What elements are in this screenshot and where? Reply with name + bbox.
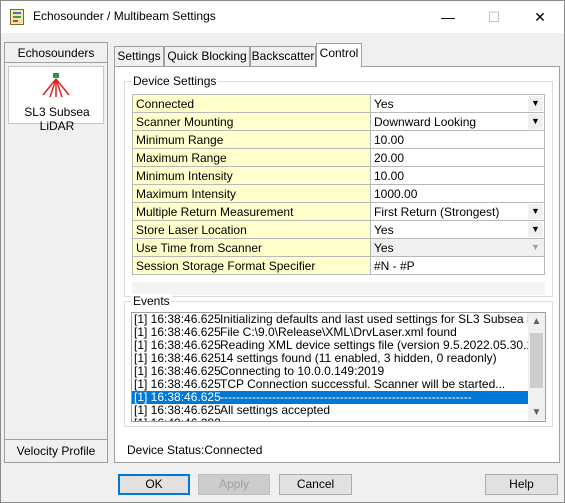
setting-value-text: 10.00: [374, 168, 405, 183]
setting-row: Session Storage Format Specifier #N - #P: [132, 256, 545, 275]
setting-name: Minimum Range: [132, 130, 371, 149]
log-message: 14 settings found (11 enabled, 3 hidden,…: [220, 351, 497, 365]
chevron-down-icon[interactable]: ▼: [528, 114, 543, 129]
setting-row: Use Time from Scanner Yes ▼: [132, 238, 545, 257]
log-message: TCP Connection successful. Scanner will …: [220, 377, 506, 391]
maximize-button[interactable]: ☐: [471, 1, 517, 33]
events-label: Events: [131, 294, 172, 308]
app-icon: [10, 9, 24, 25]
setting-row: Minimum Intensity 10.00: [132, 166, 545, 185]
tab-settings[interactable]: Settings: [114, 46, 164, 67]
echosounder-pane: Echosounders SL3 Subsea LiDAR Velocity P…: [4, 42, 108, 463]
settings-window: Echosounder / Multibeam Settings — ☐ ✕ E…: [0, 0, 565, 503]
scroll-up-icon[interactable]: ▲: [528, 313, 545, 330]
chevron-down-icon[interactable]: ▼: [528, 222, 543, 237]
setting-row: Connected Yes ▼: [132, 94, 545, 113]
setting-value-text: 1000.00: [374, 186, 418, 201]
setting-name: Maximum Range: [132, 148, 371, 167]
setting-row: Multiple Return Measurement First Return …: [132, 202, 545, 221]
setting-name: Minimum Intensity: [132, 166, 371, 185]
device-label: SL3 Subsea LiDAR: [24, 105, 90, 133]
chevron-down-icon[interactable]: ▼: [528, 96, 543, 111]
setting-name: Connected: [132, 94, 371, 113]
scroll-thumb[interactable]: [530, 333, 543, 388]
log-message: All settings accepted: [220, 403, 331, 417]
help-button[interactable]: Help: [485, 474, 558, 495]
tab-quick-blocking[interactable]: Quick Blocking: [164, 46, 250, 67]
setting-value-text: Yes: [374, 240, 394, 255]
setting-value-dropdown[interactable]: Downward Looking ▼: [370, 112, 545, 131]
tab-control[interactable]: Control: [316, 43, 362, 67]
log-message: Reading XML device settings file (versio…: [220, 338, 538, 352]
events-group: Events [1] 16:38:46.625Initializing defa…: [124, 294, 553, 427]
setting-value-dropdown[interactable]: Yes ▼: [370, 220, 545, 239]
log-message: File C:\9.0\Release\XML\DrvLaser.xml fou…: [220, 325, 457, 339]
control-tab-panel: Device Settings Connected Yes ▼ Scanner Mou…: [114, 66, 560, 463]
setting-value-text: 10.00: [374, 132, 405, 147]
minimize-button[interactable]: —: [425, 1, 471, 33]
lidar-device-icon: [42, 73, 70, 98]
setting-value-text: Yes: [374, 222, 394, 237]
tab-backscatter[interactable]: Backscatter: [250, 46, 316, 67]
setting-value-text: First Return (Strongest): [374, 204, 500, 219]
setting-value-field[interactable]: #N - #P: [370, 256, 545, 275]
device-status-value: Connected: [204, 443, 263, 457]
device-settings-group: Device Settings Connected Yes ▼ Scanner Mou…: [124, 74, 553, 297]
echosounders-header[interactable]: Echosounders: [5, 43, 107, 63]
velocity-profile-button[interactable]: Velocity Profile: [5, 439, 107, 462]
setting-name: Session Storage Format Specifier: [132, 256, 371, 275]
device-status-label: Device Status:: [127, 443, 205, 457]
events-log[interactable]: [1] 16:38:46.625Initializing defaults an…: [131, 312, 546, 422]
device-settings-label: Device Settings: [131, 74, 219, 88]
scroll-down-icon[interactable]: ▼: [528, 404, 545, 421]
setting-value-text: Yes: [374, 96, 394, 111]
setting-name: Maximum Intensity: [132, 184, 371, 203]
setting-value-field[interactable]: 10.00: [370, 166, 545, 185]
setting-value-text: 20.00: [374, 150, 405, 165]
log-message: Initializing defaults and last used sett…: [220, 312, 546, 326]
setting-value-field[interactable]: 10.00: [370, 130, 545, 149]
setting-value-dropdown[interactable]: First Return (Strongest) ▼: [370, 202, 545, 221]
device-settings-grid: Connected Yes ▼ Scanner Mounting Downward Lo…: [132, 94, 545, 275]
setting-value-text: Downward Looking: [374, 114, 477, 129]
setting-row: Minimum Range 10.00: [132, 130, 545, 149]
close-button[interactable]: ✕: [517, 1, 563, 33]
device-status: Device Status:Connected: [127, 443, 262, 457]
chevron-down-icon[interactable]: ▼: [528, 204, 543, 219]
setting-value-field[interactable]: 1000.00: [370, 184, 545, 203]
setting-name: Multiple Return Measurement: [132, 202, 371, 221]
setting-row: Store Laser Location Yes ▼: [132, 220, 545, 239]
cancel-button[interactable]: Cancel: [279, 474, 352, 495]
log-line[interactable]: [1] 16:40:46.282: [132, 417, 545, 422]
log-message: ----------------------------------------…: [220, 390, 472, 404]
setting-value-dropdown[interactable]: Yes ▼: [370, 238, 545, 257]
setting-name: Store Laser Location: [132, 220, 371, 239]
chevron-down-icon[interactable]: ▼: [528, 240, 543, 255]
ok-button[interactable]: OK: [118, 474, 190, 495]
setting-value-dropdown[interactable]: Yes ▼: [370, 94, 545, 113]
setting-name: Use Time from Scanner: [132, 238, 371, 257]
setting-value-text: #N - #P: [374, 258, 415, 273]
setting-row: Maximum Intensity 1000.00: [132, 184, 545, 203]
title-bar: Echosounder / Multibeam Settings — ☐ ✕: [1, 1, 564, 33]
apply-button[interactable]: Apply: [198, 474, 270, 495]
setting-row: Scanner Mounting Downward Looking ▼: [132, 112, 545, 131]
setting-value-field[interactable]: 20.00: [370, 148, 545, 167]
grid-empty-area: [132, 282, 545, 295]
setting-name: Scanner Mounting: [132, 112, 371, 131]
setting-row: Maximum Range 20.00: [132, 148, 545, 167]
device-item[interactable]: SL3 Subsea LiDAR: [8, 66, 104, 133]
log-message: Connecting to 10.0.0.149:2019: [220, 364, 385, 378]
device-list: SL3 Subsea LiDAR: [5, 63, 107, 439]
window-title: Echosounder / Multibeam Settings: [33, 9, 216, 23]
events-scrollbar[interactable]: ▲ ▼: [528, 313, 545, 421]
log-timestamp: [1] 16:40:46.282: [134, 417, 221, 422]
